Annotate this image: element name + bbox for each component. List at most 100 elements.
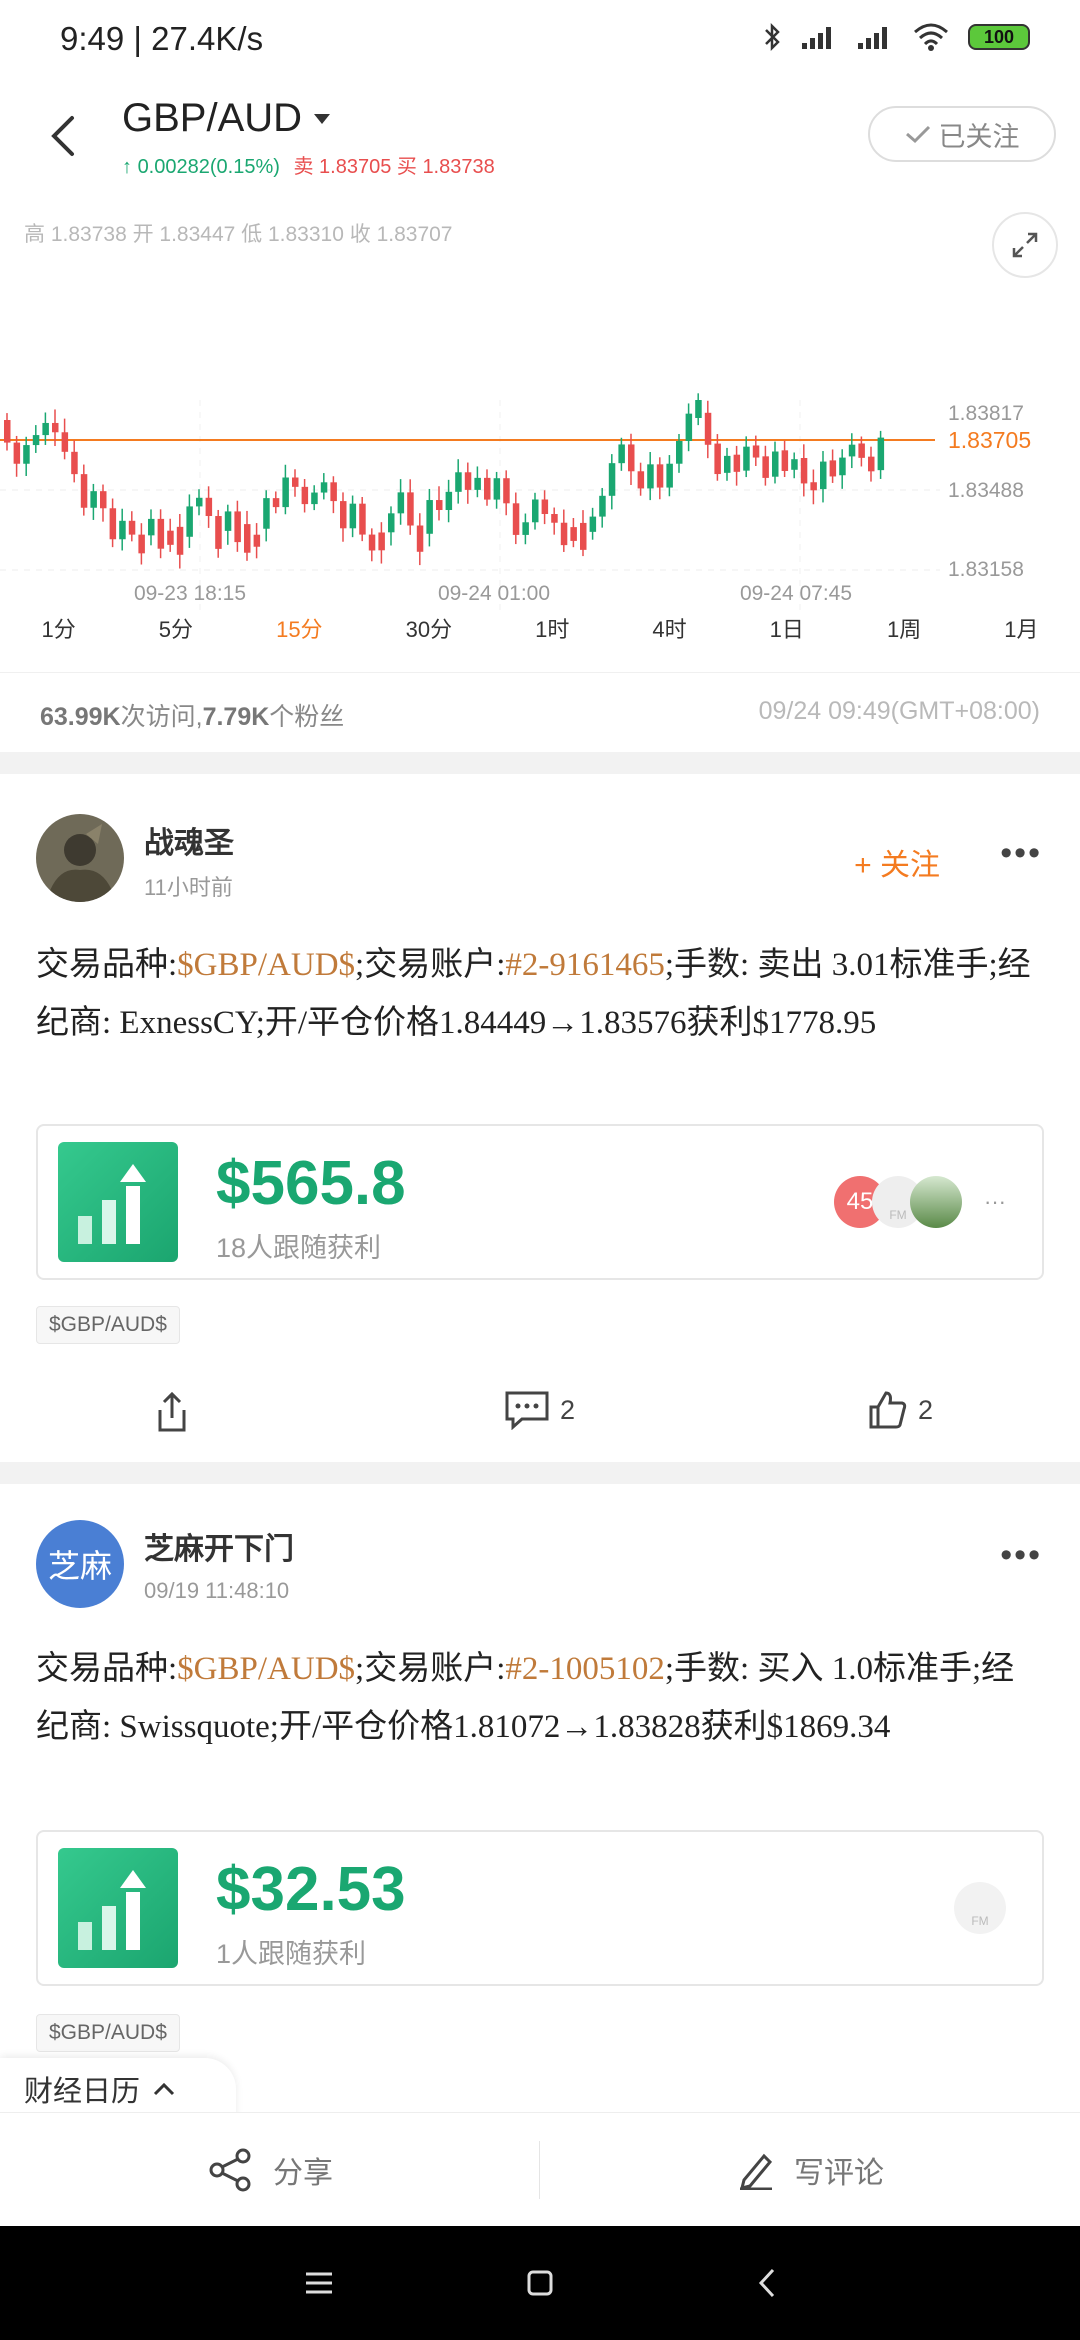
candle-body	[42, 422, 49, 436]
post-body: 交易品种:$GBP/AUD$;交易账户:#2-1005102;手数: 买入 1.…	[36, 1651, 1015, 1745]
current-price-label: 1.83705	[948, 427, 1031, 453]
more-options-icon[interactable]: •••	[1000, 1536, 1042, 1575]
candle-body	[388, 513, 395, 533]
candle-body	[733, 454, 741, 472]
signal-hd-icon	[858, 27, 887, 49]
candle-body	[4, 420, 11, 443]
like-action[interactable]: 2	[868, 1390, 933, 1430]
candle-body	[666, 463, 673, 488]
candle-body	[378, 532, 385, 551]
period-tab[interactable]: 15分	[276, 612, 322, 662]
username[interactable]: 战魂圣	[144, 818, 234, 862]
share-button[interactable]: 分享	[0, 2113, 540, 2226]
candle-body	[119, 520, 126, 540]
candle-body	[186, 506, 193, 537]
candle-body	[791, 459, 798, 470]
candle-body	[244, 524, 251, 553]
candle-body	[426, 500, 433, 534]
candle-body	[676, 440, 683, 464]
price-axis-label: 1.83158	[948, 558, 1024, 581]
period-tab[interactable]: 5分	[159, 612, 193, 662]
followed-button[interactable]: 已关注	[868, 106, 1056, 162]
follower-avatar[interactable]: FM	[954, 1882, 1006, 1934]
candle-body	[503, 478, 510, 504]
candle-body	[589, 516, 597, 532]
candle-body	[311, 492, 318, 505]
candle-body	[647, 464, 654, 489]
candle-body	[368, 534, 376, 551]
chart-canvas: 1.83817 1.83488 1.83158 1.83705 09-23 18:15 0…	[0, 393, 1031, 610]
status-time: 9:49 | 27.4K/s	[60, 20, 264, 57]
more-options-icon[interactable]: •••	[1000, 834, 1042, 873]
comment-action[interactable]: 2	[504, 1390, 575, 1430]
sell-buy: 卖 1.83705 买 1.83738	[293, 156, 495, 178]
follower-avatars[interactable]: 45 FM ···	[834, 1176, 1006, 1228]
candle-body	[464, 472, 472, 490]
candle-body	[272, 498, 280, 508]
finance-calendar-tab[interactable]: 财经日历	[0, 2058, 236, 2120]
caret-down-icon	[314, 113, 331, 124]
candle-body	[61, 432, 69, 452]
candle-body	[724, 455, 731, 473]
account-link[interactable]: #2-1005102	[505, 1651, 665, 1687]
candle-body	[349, 503, 357, 529]
symbol-tag[interactable]: $GBP/AUD$	[36, 1306, 180, 1344]
time-axis-label: 09-24 07:45	[740, 582, 852, 605]
bar-chart-up-icon	[58, 1848, 178, 1968]
period-tab[interactable]: 1日	[770, 612, 804, 662]
write-comment-button[interactable]: 写评论	[540, 2113, 1080, 2226]
expand-chart-button[interactable]	[992, 212, 1058, 278]
period-tab[interactable]: 4时	[652, 612, 686, 662]
username[interactable]: 芝麻开下门	[144, 1524, 294, 1568]
avatar[interactable]	[36, 814, 124, 902]
period-tab[interactable]: 1分	[42, 612, 76, 662]
period-tab[interactable]: 1月	[1004, 612, 1038, 662]
share-action[interactable]	[152, 1390, 192, 1434]
candle-body	[80, 474, 88, 508]
symbol-link[interactable]: $GBP/AUD$	[177, 1651, 355, 1687]
symbol-tag[interactable]: $GBP/AUD$	[36, 2014, 180, 2052]
profit-card[interactable]: $32.53 1人跟随获利 FM	[36, 1830, 1044, 1986]
back-icon[interactable]	[38, 104, 88, 168]
home-icon[interactable]	[517, 2260, 563, 2306]
candle-body	[848, 444, 856, 457]
chevron-up-icon	[153, 2082, 175, 2096]
expand-icon	[1012, 232, 1038, 258]
follow-button[interactable]: + 关注	[854, 840, 940, 884]
menu-icon[interactable]	[296, 2260, 342, 2306]
candle-body	[455, 472, 462, 492]
account-link[interactable]: #2-9161465	[505, 947, 665, 983]
time-axis-label: 09-23 18:15	[134, 582, 246, 605]
candle-body	[176, 526, 184, 555]
comment-icon	[505, 1391, 549, 1430]
avatar[interactable]: 芝麻	[36, 1520, 124, 1608]
candle-body	[416, 525, 424, 552]
period-tab[interactable]: 1时	[535, 612, 569, 662]
candle-body	[253, 534, 261, 547]
candlestick-chart[interactable]: 1.83817 1.83488 1.83158 1.83705 09-23 18:15 0…	[0, 200, 1080, 610]
candle-body	[522, 522, 529, 535]
candle-body	[560, 522, 568, 546]
candle-body	[215, 516, 222, 549]
time-axis-label: 09-24 01:00	[438, 582, 550, 605]
period-tab[interactable]: 30分	[406, 612, 452, 662]
candle-body	[868, 456, 875, 472]
candle-body	[320, 482, 328, 493]
signal-icon	[802, 27, 831, 49]
pair-title[interactable]: GBP/AUD	[122, 96, 332, 141]
candle-body	[704, 412, 712, 445]
profit-value: $32.53	[216, 1855, 406, 1924]
status-bar: 9:49 | 27.4K/s 100	[0, 0, 1080, 84]
symbol-link[interactable]: $GBP/AUD$	[177, 947, 355, 983]
candle-body	[685, 413, 693, 441]
post-time: 09/19 11:48:10	[144, 1578, 290, 1603]
period-tab[interactable]: 1周	[887, 612, 921, 662]
profit-card[interactable]: $565.8 18人跟随获利 45 FM ···	[36, 1124, 1044, 1280]
back-nav-icon[interactable]	[745, 2260, 791, 2306]
candle-body	[810, 482, 817, 491]
candle-body	[445, 491, 453, 511]
candle-body	[196, 497, 203, 507]
bar-chart-up-icon	[58, 1142, 178, 1262]
candle-body	[263, 498, 270, 529]
change-value: ↑ 0.00282(0.15%)	[122, 156, 280, 178]
